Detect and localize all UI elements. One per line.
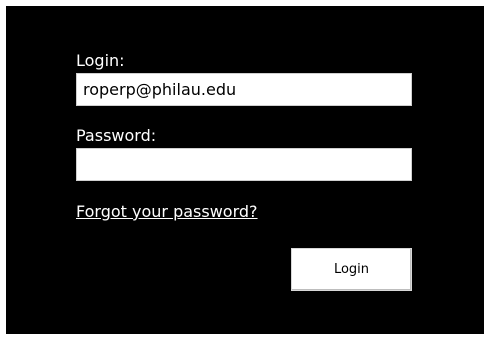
forgot-password-link[interactable]: Forgot your password?	[76, 203, 258, 221]
login-button[interactable]: Login	[291, 248, 412, 291]
password-input[interactable]	[76, 148, 412, 181]
login-label: Login:	[76, 51, 125, 70]
login-input[interactable]	[76, 73, 412, 106]
login-panel: Login: Password: Forgot your password? L…	[6, 6, 484, 334]
password-label: Password:	[76, 126, 157, 145]
